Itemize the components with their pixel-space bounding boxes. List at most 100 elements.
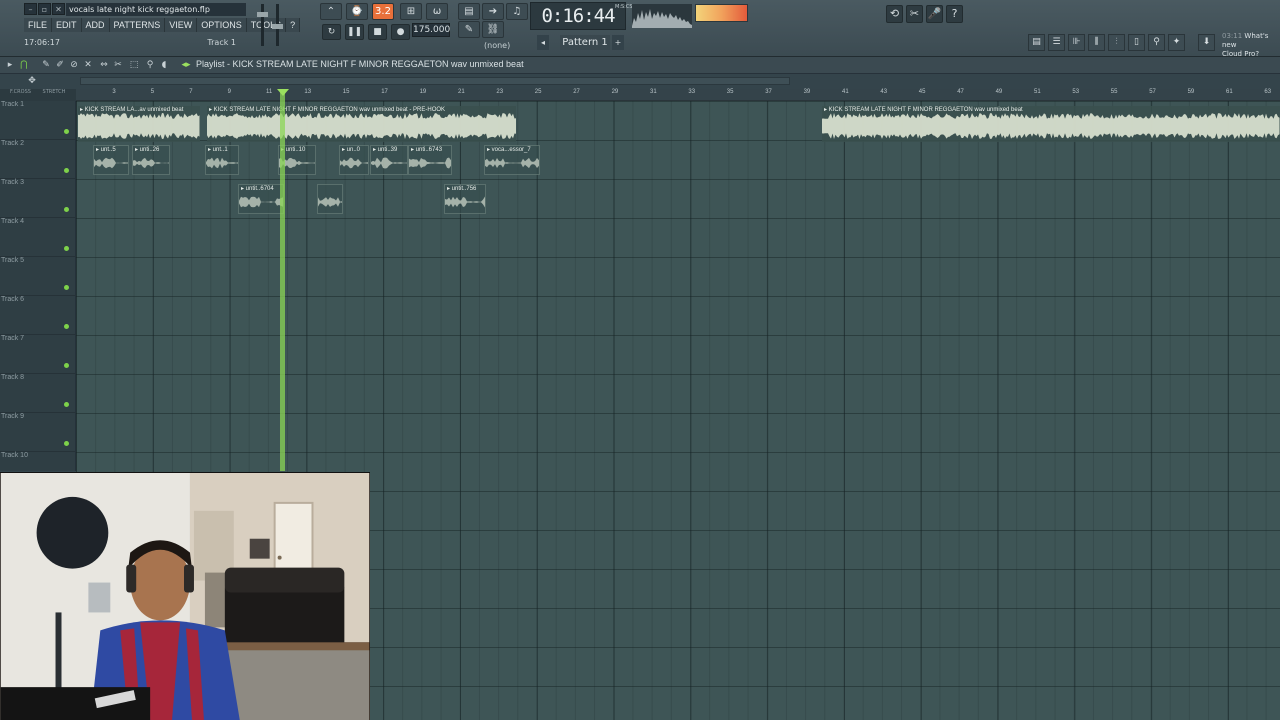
mixer-alt-icon[interactable]: ⫶ bbox=[1108, 34, 1125, 51]
add-track-icon[interactable]: ✥ bbox=[26, 75, 38, 87]
bar-number: 39 bbox=[803, 89, 811, 95]
track-header[interactable]: Track 8 bbox=[0, 374, 76, 413]
audio-clip-master[interactable]: ▸ KICK STREAM LATE NIGHT F MINOR REGGAET… bbox=[207, 106, 516, 142]
track-enable-led[interactable] bbox=[64, 441, 69, 446]
help-icon[interactable]: ? bbox=[946, 5, 963, 23]
menu-edit[interactable]: EDIT bbox=[52, 18, 82, 32]
playback-icon[interactable]: ◖ bbox=[158, 59, 170, 71]
pattern-add-icon[interactable]: + bbox=[612, 35, 624, 50]
waveform-shape bbox=[239, 196, 283, 208]
pattern-prev-icon[interactable]: ◂ bbox=[537, 35, 549, 50]
track-header[interactable]: Track 6 bbox=[0, 296, 76, 335]
metronome-bell-icon[interactable]: ♫ bbox=[506, 3, 528, 20]
stop-button[interactable]: ■ bbox=[368, 24, 387, 40]
channel-rack-icon[interactable]: ☰ bbox=[1048, 34, 1065, 51]
song-time-display[interactable]: 0:16:44 bbox=[530, 2, 626, 30]
menu-add[interactable]: ADD bbox=[81, 18, 110, 32]
pattern-selector[interactable]: Pattern 1 bbox=[560, 35, 610, 50]
audio-clip[interactable]: ▸ untit..756 bbox=[444, 184, 486, 214]
audio-clip[interactable]: ▸ unti..39 bbox=[370, 145, 408, 175]
audio-clip[interactable]: ▸ unti..26 bbox=[132, 145, 170, 175]
track-name: Track 1 bbox=[1, 101, 25, 108]
slip-icon[interactable]: ⇔ bbox=[98, 59, 110, 71]
track-header[interactable]: Track 2 bbox=[0, 140, 76, 179]
menu-help[interactable]: ? bbox=[286, 18, 301, 32]
track-enable-led[interactable] bbox=[64, 402, 69, 407]
playlist-menu-icon[interactable]: ▸ bbox=[4, 59, 16, 71]
arrow-right-icon[interactable]: ➔ bbox=[482, 3, 504, 20]
pause-button[interactable]: ❚❚ bbox=[345, 24, 364, 40]
clip-waveform bbox=[409, 157, 451, 169]
piano-roll-icon[interactable]: ▤ bbox=[458, 3, 480, 20]
menu-patterns[interactable]: PATTERNS bbox=[109, 18, 166, 32]
track-enable-led[interactable] bbox=[64, 363, 69, 368]
slice-icon[interactable]: ✂ bbox=[112, 59, 124, 71]
track-enable-led[interactable] bbox=[64, 207, 69, 212]
news-panel[interactable]: 03:11 What's new Cloud Pro? bbox=[1222, 32, 1280, 59]
mic-icon[interactable]: 🎤 bbox=[926, 5, 943, 23]
audio-clip[interactable]: ▸ unt..1 bbox=[205, 145, 239, 175]
track-header[interactable]: Track 5 bbox=[0, 257, 76, 296]
bar-number: 23 bbox=[496, 89, 504, 95]
zoom-icon[interactable]: ⚲ bbox=[144, 59, 156, 71]
track-header[interactable]: Track 7 bbox=[0, 335, 76, 374]
audio-clip[interactable]: ▸ voca...essor_7 bbox=[484, 145, 540, 175]
track-name: Track 5 bbox=[1, 257, 25, 264]
typing-keyboard-icon[interactable]: ⌚ bbox=[346, 3, 368, 20]
restore-icon[interactable]: ▫ bbox=[38, 3, 51, 15]
track-header[interactable]: Track 4 bbox=[0, 218, 76, 257]
step-edit-icon[interactable]: ⊞ bbox=[400, 3, 422, 20]
touch-icon[interactable]: ✦ bbox=[1168, 34, 1185, 51]
menu-options[interactable]: OPTIONS bbox=[197, 18, 247, 32]
snap-value-button[interactable]: 3.2 bbox=[372, 3, 394, 20]
track-enable-led[interactable] bbox=[64, 285, 69, 290]
record-button[interactable]: ● bbox=[391, 24, 410, 40]
minimize-icon[interactable]: – bbox=[24, 3, 37, 15]
magnet-icon[interactable]: ⋂ bbox=[18, 59, 30, 71]
audio-clip[interactable]: ▸ untit..6704 bbox=[238, 184, 284, 214]
tempo-display[interactable]: 175.000 bbox=[412, 23, 450, 37]
playlist-arrows-icon[interactable]: ◂▸ bbox=[180, 59, 192, 71]
tools-icon[interactable]: ✂ bbox=[906, 5, 923, 23]
piano-roll-window-icon[interactable]: ⊪ bbox=[1068, 34, 1085, 51]
audio-clip[interactable]: ▸ unti..6743 bbox=[408, 145, 452, 175]
browser-icon[interactable]: ▯ bbox=[1128, 34, 1145, 51]
select-icon[interactable]: ⬚ bbox=[128, 59, 140, 71]
plugin-icon[interactable]: ⚲ bbox=[1148, 34, 1165, 51]
countdown-icon[interactable]: ω bbox=[426, 3, 448, 20]
timeline-ruler[interactable]: 3 5 7 9 11 13 15 17 19 21 23 25 27 29 31 33 35 37 39 41 43 45… bbox=[76, 89, 1280, 101]
mute-icon[interactable]: ✕ bbox=[82, 59, 94, 71]
metronome-icon[interactable]: ⌃ bbox=[320, 3, 342, 20]
track-enable-led[interactable] bbox=[64, 129, 69, 134]
audio-clip[interactable]: ▸ unt..5 bbox=[93, 145, 129, 175]
master-volume-slider[interactable] bbox=[257, 4, 268, 46]
track-enable-led[interactable] bbox=[64, 246, 69, 251]
track-header[interactable]: Track 3 bbox=[0, 179, 76, 218]
close-icon[interactable]: ✕ bbox=[52, 3, 65, 15]
pencil-icon[interactable]: ✎ bbox=[40, 59, 52, 71]
brush-icon[interactable]: ✐ bbox=[54, 59, 66, 71]
undo-history-icon[interactable]: ⟲ bbox=[886, 5, 903, 23]
playlist-window-icon[interactable]: ▤ bbox=[1028, 34, 1045, 51]
playhead-marker[interactable] bbox=[277, 89, 289, 96]
mixer-icon[interactable]: ⫼ bbox=[1088, 34, 1105, 51]
loop-icon[interactable]: ↻ bbox=[322, 24, 341, 40]
track-header[interactable]: Track 9 bbox=[0, 413, 76, 452]
pen-icon[interactable]: ✎ bbox=[458, 21, 480, 38]
time-unit-label: M:S:CS bbox=[615, 4, 633, 10]
horizontal-scrollbar[interactable] bbox=[80, 77, 790, 85]
menu-view[interactable]: VIEW bbox=[165, 18, 198, 32]
download-icon[interactable]: ⬇ bbox=[1198, 34, 1215, 51]
menu-file[interactable]: FILE bbox=[24, 18, 53, 32]
track-enable-led[interactable] bbox=[64, 324, 69, 329]
audio-clip[interactable]: ▸ un..0 bbox=[339, 145, 369, 175]
delete-icon[interactable]: ⊘ bbox=[68, 59, 80, 71]
link-icon[interactable]: ⛓ bbox=[482, 21, 504, 38]
audio-clip-master[interactable]: ▸ KICK STREAM LA...av unmixed beat bbox=[78, 106, 200, 142]
track-enable-led[interactable] bbox=[64, 168, 69, 173]
audio-clip[interactable] bbox=[317, 184, 343, 214]
track-name: Track 7 bbox=[1, 335, 25, 342]
audio-clip-master[interactable]: ▸ KICK STREAM LATE NIGHT F MINOR REGGAET… bbox=[822, 106, 1280, 142]
track-header[interactable]: Track 1 bbox=[0, 101, 76, 140]
master-pitch-slider[interactable] bbox=[272, 4, 283, 46]
